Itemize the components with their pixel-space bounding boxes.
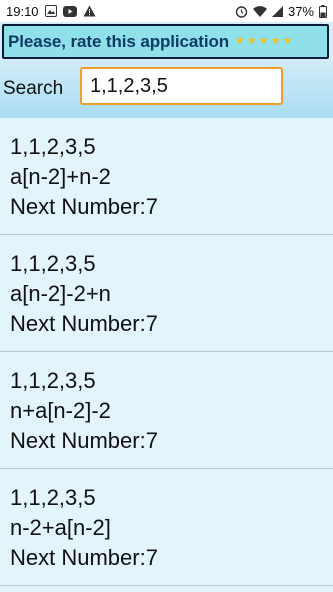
result-sequence: 1,1,2,3,5 <box>10 134 96 159</box>
wifi-icon <box>252 5 267 17</box>
result-item[interactable]: 1,1,2,3,5 a[n-2]+n-2 Next Number:7 <box>0 118 333 235</box>
result-formula: n+a[n-2]-2 <box>10 398 111 423</box>
star-icon: ★ <box>246 35 257 47</box>
result-next-number: Next Number:7 <box>10 311 158 336</box>
result-formula: a[n-2]-2+n <box>10 281 111 306</box>
search-label: Search <box>3 78 64 99</box>
clock: 19:10 <box>6 3 39 19</box>
signal-icon <box>271 5 283 17</box>
result-sequence: 1,1,2,3,5 <box>10 485 96 510</box>
result-item[interactable]: 1,1,2,3,5 n-2+a[n-2] Next Number:7 <box>0 469 333 586</box>
rate-app-text: Please, rate this application <box>8 31 230 51</box>
star-icon: ★ <box>270 35 281 47</box>
result-next-number: Next Number:7 <box>10 194 158 219</box>
star-icon: ★ <box>258 35 269 47</box>
search-input[interactable] <box>80 67 283 105</box>
result-formula: a[n-2]+n-2 <box>10 164 111 189</box>
result-item[interactable]: 1,1,2,3,5 a[n-2]-2+n Next Number:7 <box>0 235 333 352</box>
star-icon: ★ <box>235 35 245 47</box>
youtube-icon <box>62 5 77 17</box>
image-icon <box>44 5 57 17</box>
status-left: 19:10 <box>0 4 96 19</box>
result-sequence: 1,1,2,3,5 <box>10 368 96 393</box>
result-sequence: 1,1,2,3,5 <box>10 251 96 276</box>
alarm-icon <box>235 5 248 18</box>
star-icon: ★ <box>282 35 293 47</box>
battery-percent: 37% <box>287 3 314 19</box>
status-right: 37% <box>235 4 333 19</box>
results-list: 1,1,2,3,5 a[n-2]+n-2 Next Number:7 1,1,2… <box>0 118 333 592</box>
status-bar: 19:10 37% <box>0 0 333 22</box>
warning-icon <box>83 5 96 17</box>
rating-stars: ★ ★ ★ ★ ★ <box>235 36 292 47</box>
rate-app-banner[interactable]: Please, rate this application ★ ★ ★ ★ ★ <box>2 24 329 59</box>
result-next-number: Next Number:7 <box>10 428 158 453</box>
result-formula: n-2+a[n-2] <box>10 515 111 540</box>
search-bar: Search <box>0 60 333 118</box>
battery-icon <box>319 4 327 18</box>
result-item[interactable]: 1,1,2,3,5 n+a[n-2]-2 Next Number:7 <box>0 352 333 469</box>
result-next-number: Next Number:7 <box>10 545 158 570</box>
